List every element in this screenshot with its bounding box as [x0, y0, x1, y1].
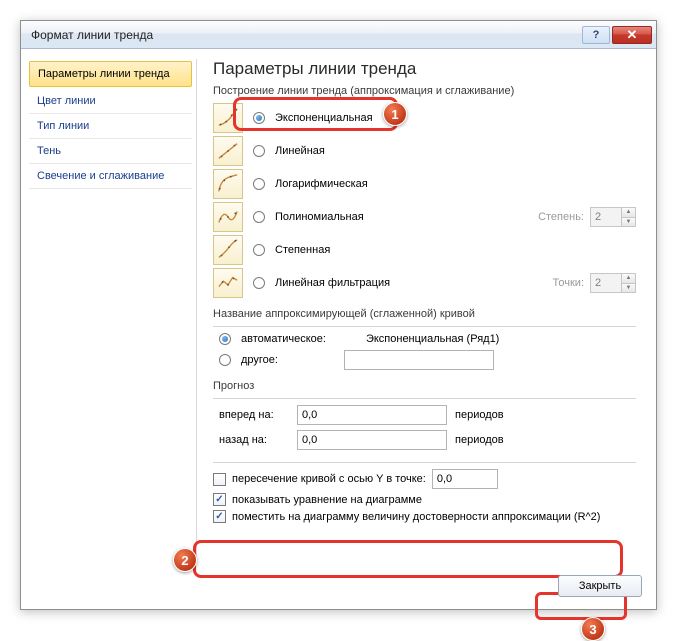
forecast-group: Прогноз вперед на: периодов назад на: пе… [213, 380, 636, 450]
dialog-body: Параметры линии тренда Цвет линии Тип ли… [21, 49, 656, 609]
radio-name-other[interactable] [219, 354, 231, 366]
page-heading: Параметры линии тренда [213, 59, 636, 79]
trend-label: Экспоненциальная [275, 112, 373, 124]
trend-linear[interactable]: Линейная [213, 136, 636, 166]
polynomial-icon [213, 202, 243, 232]
exponential-icon [213, 103, 243, 133]
sidebar-item-shadow[interactable]: Тень [29, 139, 192, 164]
forward-unit: периодов [455, 409, 504, 421]
show-equation-label: показывать уравнение на диаграмме [232, 494, 422, 506]
points-input [591, 274, 621, 292]
close-button-label: Закрыть [579, 580, 621, 592]
help-button[interactable]: ? [582, 26, 610, 44]
sidebar-item-params[interactable]: Параметры линии тренда [29, 61, 192, 87]
trend-label: Полиномиальная [275, 211, 364, 223]
checkbox-show-equation[interactable] [213, 493, 226, 506]
sidebar-item-label: Параметры линии тренда [38, 68, 170, 80]
checkbox-intercept[interactable] [213, 473, 226, 486]
radio-exponential[interactable] [253, 112, 265, 124]
trend-label: Степенная [275, 244, 330, 256]
name-group: Название аппроксимирующей (сглаженной) к… [213, 308, 636, 370]
divider [213, 326, 636, 327]
forward-input[interactable] [297, 405, 447, 425]
degree-spinner: ▲▼ [590, 207, 636, 227]
trend-moving-average[interactable]: Линейная фильтрация Точки: ▲▼ [213, 268, 636, 298]
sidebar: Параметры линии тренда Цвет линии Тип ли… [29, 59, 197, 563]
sidebar-item-label: Свечение и сглаживание [37, 170, 164, 182]
name-other-input[interactable] [344, 350, 494, 370]
forecast-group-label: Прогноз [213, 380, 636, 392]
back-label: назад на: [219, 434, 289, 446]
main-panel: Параметры линии тренда Построение линии … [197, 59, 644, 563]
spin-down-icon: ▼ [622, 284, 635, 293]
trend-label: Линейная [275, 145, 325, 157]
degree-input [591, 208, 621, 226]
back-input[interactable] [297, 430, 447, 450]
forward-label: вперед на: [219, 409, 289, 421]
spin-up-icon: ▲ [622, 208, 635, 218]
show-equation-row: показывать уравнение на диаграмме [213, 493, 636, 506]
annotation-badge-2: 2 [173, 548, 197, 572]
radio-logarithmic[interactable] [253, 178, 265, 190]
points-label: Точки: [553, 277, 584, 289]
window-title: Формат линии тренда [31, 28, 580, 42]
radio-linear[interactable] [253, 145, 265, 157]
sidebar-item-glow[interactable]: Свечение и сглаживание [29, 164, 192, 189]
divider [213, 398, 636, 399]
annotation-badge-3: 3 [581, 617, 605, 641]
title-bar: Формат линии тренда ? ✕ [21, 21, 656, 49]
trend-logarithmic[interactable]: Логарифмическая [213, 169, 636, 199]
trend-polynomial[interactable]: Полиномиальная Степень: ▲▼ [213, 202, 636, 232]
name-group-label: Название аппроксимирующей (сглаженной) к… [213, 308, 636, 320]
sidebar-item-line-type[interactable]: Тип линии [29, 114, 192, 139]
window-close-button[interactable]: ✕ [612, 26, 652, 44]
annotation-highlight-2 [193, 540, 623, 578]
sidebar-item-label: Тип линии [37, 120, 89, 132]
close-button[interactable]: Закрыть [558, 575, 642, 597]
name-auto-label: автоматическое: [241, 333, 326, 345]
trend-power[interactable]: Степенная [213, 235, 636, 265]
intercept-label: пересечение кривой с осью Y в точке: [232, 473, 426, 485]
points-spinner: ▲▼ [590, 273, 636, 293]
sidebar-item-label: Тень [37, 145, 61, 157]
logarithmic-icon [213, 169, 243, 199]
linear-icon [213, 136, 243, 166]
show-r2-label: поместить на диаграмму величину достовер… [232, 511, 600, 523]
radio-power[interactable] [253, 244, 265, 256]
radio-name-auto[interactable] [219, 333, 231, 345]
divider [213, 462, 636, 463]
back-unit: периодов [455, 434, 504, 446]
trend-label: Линейная фильтрация [275, 277, 390, 289]
trend-exponential[interactable]: Экспоненциальная [213, 103, 636, 133]
degree-label: Степень: [538, 211, 584, 223]
trend-label: Логарифмическая [275, 178, 368, 190]
intercept-row: пересечение кривой с осью Y в точке: [213, 469, 636, 489]
build-group-label: Построение линии тренда (аппроксимация и… [213, 85, 636, 97]
name-auto-value: Экспоненциальная (Ряд1) [366, 333, 499, 345]
name-other-label: другое: [241, 354, 278, 366]
sidebar-item-line-color[interactable]: Цвет линии [29, 89, 192, 114]
intercept-input[interactable] [432, 469, 498, 489]
radio-moving-average[interactable] [253, 277, 265, 289]
power-icon [213, 235, 243, 265]
spin-down-icon: ▼ [622, 218, 635, 227]
sidebar-item-label: Цвет линии [37, 95, 96, 107]
show-r2-row: поместить на диаграмму величину достовер… [213, 510, 636, 523]
moving-average-icon [213, 268, 243, 298]
spin-up-icon: ▲ [622, 274, 635, 284]
radio-polynomial[interactable] [253, 211, 265, 223]
dialog-window: Формат линии тренда ? ✕ Параметры линии … [20, 20, 657, 610]
checkbox-show-r2[interactable] [213, 510, 226, 523]
annotation-badge-1: 1 [383, 102, 407, 126]
